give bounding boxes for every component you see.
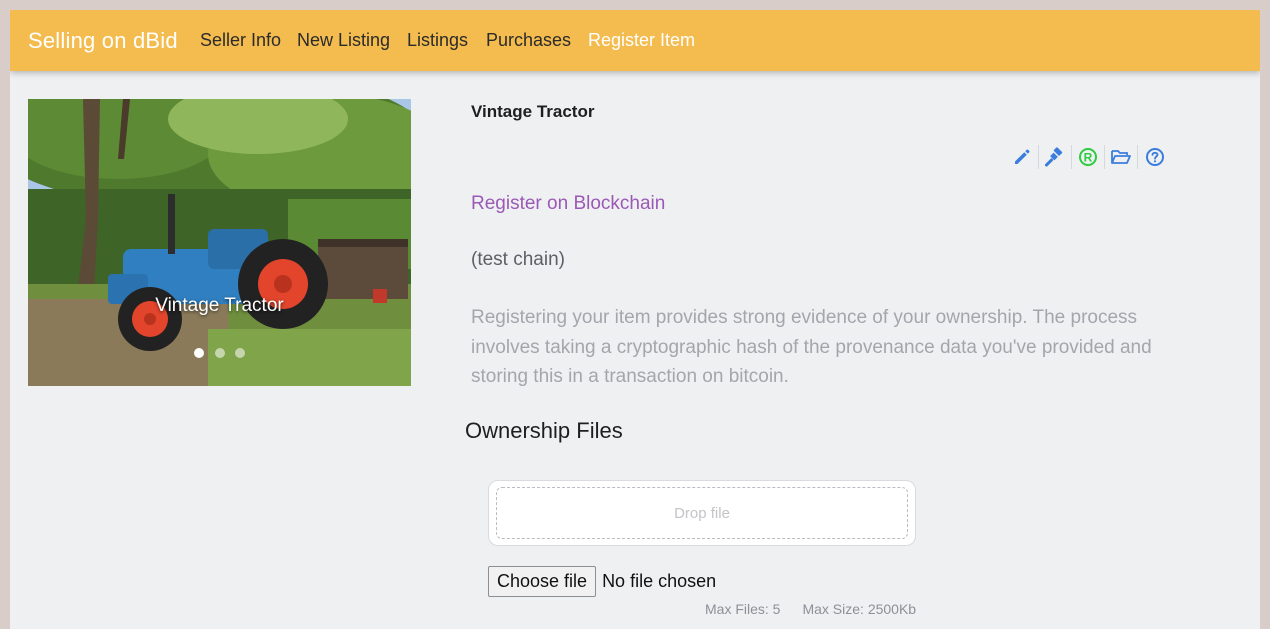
carousel-dot[interactable]	[234, 348, 245, 358]
item-action-toolbar: R	[1006, 145, 1171, 169]
max-size-label: Max Size: 2500Kb	[802, 601, 917, 617]
carousel-indicators	[28, 345, 411, 363]
top-navbar: Selling on dBid Seller Info New Listing …	[10, 10, 1260, 71]
ownership-files-heading: Ownership Files	[465, 418, 623, 443]
carousel-dot[interactable]	[194, 348, 205, 358]
gavel-icon	[1045, 147, 1063, 167]
dropzone-placeholder: Drop file	[496, 487, 908, 539]
svg-text:R: R	[1084, 150, 1093, 164]
nav-seller-info[interactable]: Seller Info	[200, 30, 281, 51]
register-on-blockchain-link[interactable]: Register on Blockchain	[471, 193, 665, 215]
nav-listings[interactable]: Listings	[407, 30, 468, 51]
nav-register-item[interactable]: Register Item	[588, 30, 695, 51]
carousel-dot[interactable]	[214, 348, 225, 358]
file-dropzone[interactable]: Drop file	[488, 480, 916, 546]
question-circle-icon	[1145, 148, 1164, 166]
help-button[interactable]	[1138, 145, 1171, 169]
file-input: Choose file No file chosen	[488, 566, 716, 597]
app-window: Selling on dBid Seller Info New Listing …	[10, 10, 1260, 629]
max-files-label: Max Files: 5	[705, 601, 781, 617]
register-button[interactable]: R	[1072, 145, 1105, 169]
brand-title[interactable]: Selling on dBid	[28, 28, 178, 54]
upload-limits: Max Files: 5 Max Size: 2500Kb	[705, 601, 916, 617]
edit-button[interactable]	[1006, 145, 1039, 169]
registered-icon: R	[1079, 148, 1097, 166]
files-button[interactable]	[1105, 145, 1138, 169]
register-description: Registering your item provides strong ev…	[471, 307, 1152, 387]
carousel-caption: Vintage Tractor	[155, 295, 284, 316]
folder-open-icon	[1111, 150, 1131, 164]
file-status: No file chosen	[602, 571, 717, 591]
nav-purchases[interactable]: Purchases	[486, 30, 571, 51]
choose-file-button[interactable]: Choose file	[488, 566, 597, 597]
chain-note: (test chain)	[471, 249, 565, 270]
pencil-icon	[1015, 149, 1030, 164]
tractor-photo	[28, 99, 411, 386]
auction-button[interactable]	[1039, 145, 1072, 169]
item-image-carousel[interactable]: Vintage Tractor	[28, 99, 411, 386]
item-title: Vintage Tractor	[471, 102, 595, 121]
nav-new-listing[interactable]: New Listing	[297, 30, 390, 51]
